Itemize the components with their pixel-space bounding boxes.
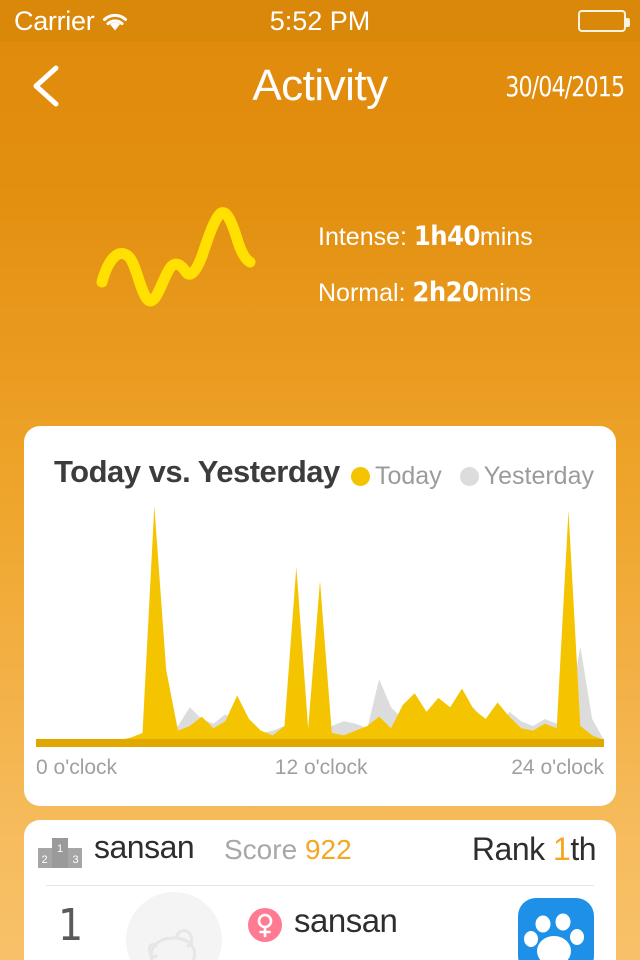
stat-unit-normal: mins [478,279,532,307]
female-icon [248,908,282,942]
stat-value-intense: 1h40 [413,221,481,252]
rank-suffix: th [570,831,596,867]
svg-text:1: 1 [57,843,63,855]
chart-card: Today vs. Yesterday Today Yesterday 0 o'… [24,426,616,806]
battery-icon [578,10,630,32]
rank-value: 1 [553,831,571,867]
rank-group: Rank 1th [471,831,597,868]
member-row[interactable]: 1 sansan [24,886,616,960]
svg-text:3: 3 [72,854,78,866]
activity-wave-icon [96,207,256,307]
stat-unit-intense: mins [479,223,533,251]
axis-label-12: 12 o'clock [274,756,368,779]
podium-icon: 2 1 3 [38,838,82,868]
chart-title: Today vs. Yesterday [54,454,340,489]
legend-dot-today [351,467,370,486]
score-user-name: sansan [94,829,195,865]
score-summary-row[interactable]: 2 1 3 sansan Score 922 Rank 1th [24,820,616,886]
stat-label-intense: Intense: [318,223,414,251]
legend-item-today: Today [351,462,442,491]
activity-stats: Intense: 1h40mins Normal: 2h20mins [318,222,533,334]
rank-label: Rank [471,831,545,867]
stat-row-normal: Normal: 2h20mins [318,278,533,308]
status-bar: Carrier 5:52 PM [0,0,640,42]
chart-legend: Today Yesterday [333,462,594,491]
dog-avatar-icon[interactable] [126,892,222,960]
legend-label-today: Today [375,462,442,490]
stat-label-normal: Normal: [318,279,413,307]
score-card: 2 1 3 sansan Score 922 Rank 1th 1 sansan [24,820,616,960]
clock-label: 5:52 PM [269,6,371,36]
chart-series-today [36,506,604,740]
axis-label-24: 24 o'clock [511,756,604,779]
navigation-bar: Activity 30/04/2015 [0,42,640,128]
paw-icon[interactable] [518,898,594,960]
date-label: 30/04/2015 [505,70,625,103]
app-screen: Carrier 5:52 PM Activity 30/04/2015 Inte… [0,0,640,960]
member-rank-number: 1 [58,900,84,951]
chart-axis-labels: 0 o'clock 12 o'clock 24 o'clock [36,756,604,780]
legend-item-yesterday: Yesterday [459,462,594,491]
member-name: sansan [294,902,398,939]
score-value: 922 [304,834,352,865]
axis-label-0: 0 o'clock [36,756,118,779]
chart-axis-line [36,739,604,747]
stat-value-normal: 2h20 [412,277,479,308]
score-label: Score [224,834,298,865]
activity-summary: Intense: 1h40mins Normal: 2h20mins [0,128,640,418]
svg-text:2: 2 [41,854,47,866]
activity-area-chart [36,506,604,747]
legend-dot-yesterday [459,467,479,486]
legend-label-yesterday: Yesterday [483,462,594,490]
score-group: Score 922 [224,834,352,866]
stat-row-intense: Intense: 1h40mins [318,222,533,252]
